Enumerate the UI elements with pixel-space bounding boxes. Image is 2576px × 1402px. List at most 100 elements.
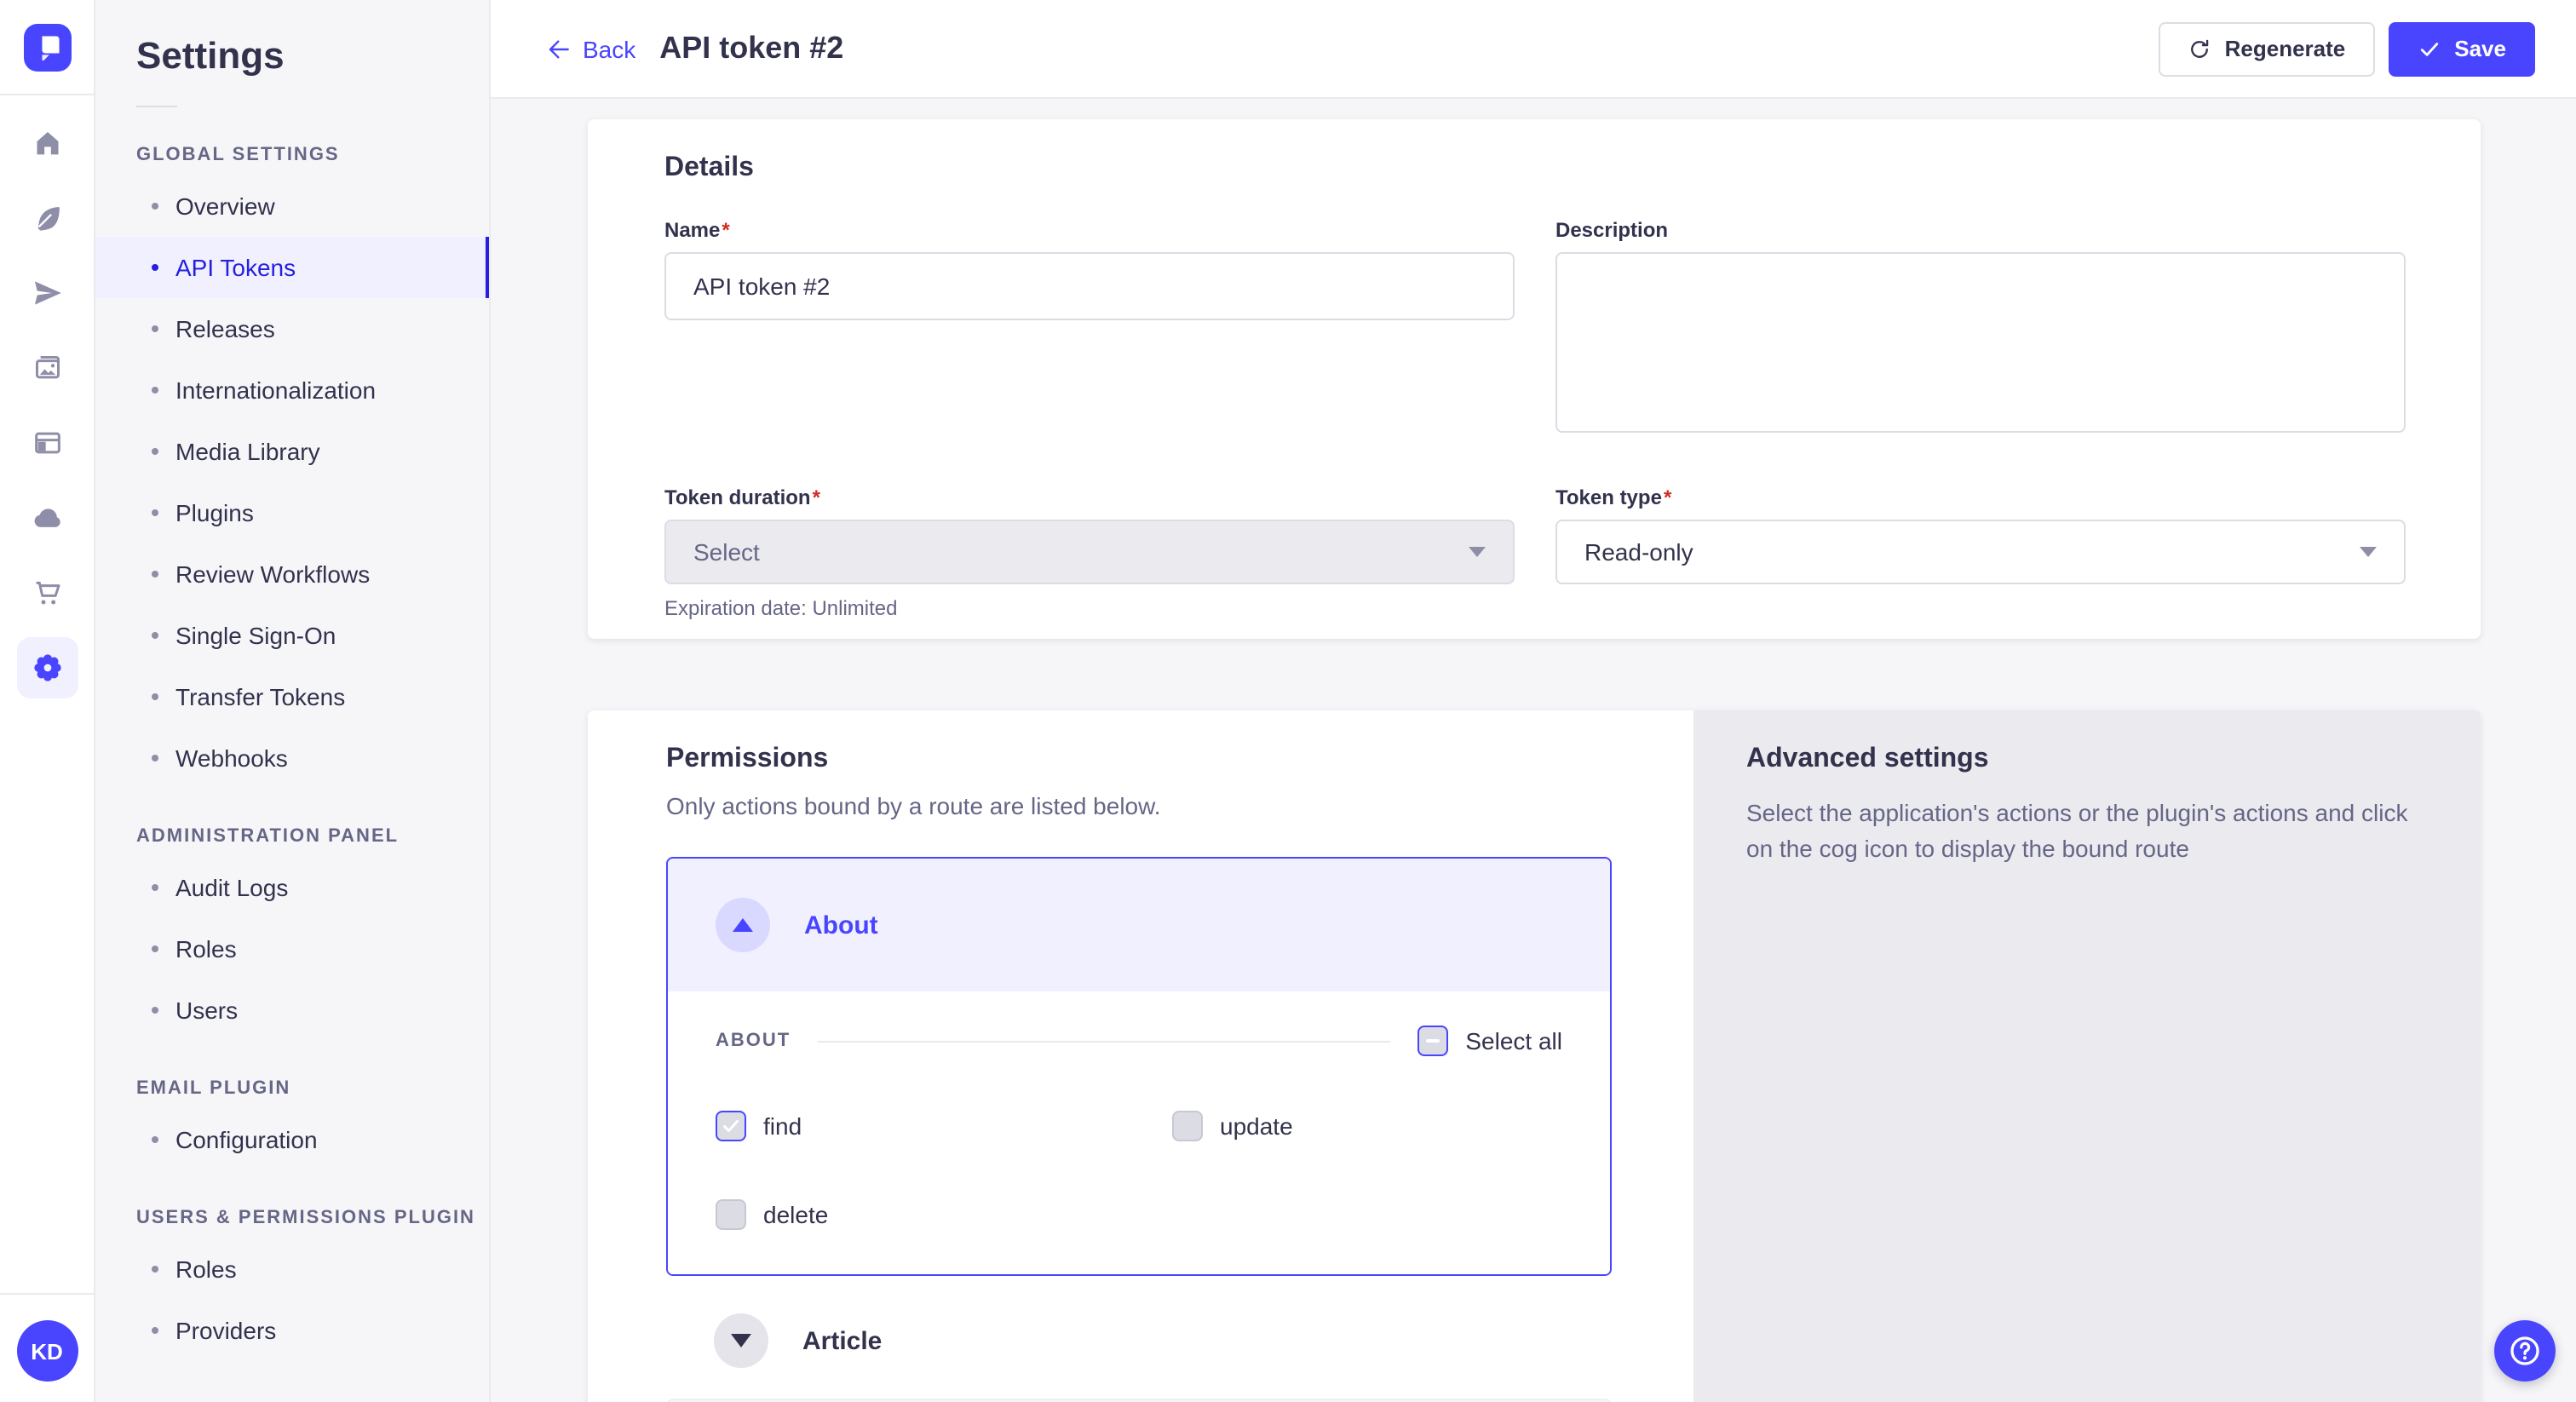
- sidebar-item-webhooks[interactable]: Webhooks: [95, 727, 489, 789]
- description-textarea[interactable]: [1555, 252, 2406, 433]
- user-avatar[interactable]: KD: [16, 1320, 78, 1382]
- description-field: Description: [1555, 218, 2406, 441]
- permissions-card: Permissions Only actions bound by a rout…: [588, 710, 2481, 1402]
- bullet-icon: [152, 1136, 158, 1143]
- check-icon: [721, 1116, 741, 1136]
- permission-delete: delete: [716, 1199, 1172, 1230]
- sidebar-item-plugins[interactable]: Plugins: [95, 482, 489, 543]
- sidebar-item-api-tokens[interactable]: API Tokens: [95, 237, 489, 298]
- strapi-logo-icon: [23, 23, 71, 71]
- sidebar-item-up-roles[interactable]: Roles: [95, 1238, 489, 1300]
- select-all-control: Select all: [1417, 1026, 1562, 1056]
- sidebar-item-overview[interactable]: Overview: [95, 175, 489, 237]
- regenerate-button[interactable]: Regenerate: [2159, 21, 2375, 76]
- next-accordion-strip: [666, 1399, 1612, 1402]
- sidebar-item-email-configuration[interactable]: Configuration: [95, 1109, 489, 1170]
- settings-sidebar: Settings GLOBAL SETTINGS Overview API To…: [95, 0, 491, 1402]
- media-library-icon[interactable]: [16, 337, 78, 399]
- select-all-label: Select all: [1465, 1027, 1562, 1054]
- bullet-icon: [152, 1327, 158, 1334]
- article-accordion-title: Article: [802, 1326, 882, 1355]
- refresh-icon: [2188, 37, 2211, 60]
- bullet-icon: [152, 1266, 158, 1273]
- expiration-hint: Expiration date: Unlimited: [664, 596, 1515, 620]
- permissions-panel: Permissions Only actions bound by a rout…: [588, 710, 1693, 1402]
- section-administration-panel: ADMINISTRATION PANEL: [136, 826, 489, 847]
- sidebar-item-internationalization[interactable]: Internationalization: [95, 359, 489, 421]
- about-section-label: ABOUT: [716, 1031, 791, 1051]
- find-checkbox[interactable]: [716, 1111, 746, 1141]
- back-button[interactable]: Back: [545, 35, 635, 62]
- token-duration-field: Token duration* Select Expiration date: …: [664, 486, 1515, 620]
- back-arrow-icon: [545, 35, 572, 62]
- bullet-icon: [152, 264, 158, 271]
- about-accordion-header[interactable]: About: [668, 859, 1610, 991]
- page-content: Details Name* Description Token duration…: [491, 99, 2576, 1402]
- sidebar-divider: [136, 106, 177, 107]
- bullet-icon: [152, 448, 158, 455]
- settings-icon[interactable]: [16, 637, 78, 698]
- delete-checkbox[interactable]: [716, 1199, 746, 1230]
- sidebar-item-transfer-tokens[interactable]: Transfer Tokens: [95, 666, 489, 727]
- check-icon: [2417, 37, 2441, 60]
- chevron-up-icon: [733, 918, 753, 932]
- about-accordion: About ABOUT Select all: [666, 857, 1612, 1276]
- chevron-down-icon: [731, 1334, 751, 1347]
- select-all-checkbox[interactable]: [1417, 1026, 1448, 1056]
- bullet-icon: [152, 571, 158, 577]
- page-header: Back API token #2 Regenerate Save: [491, 0, 2576, 99]
- name-input[interactable]: [664, 252, 1515, 320]
- save-button[interactable]: Save: [2388, 21, 2535, 76]
- details-heading: Details: [664, 153, 2406, 184]
- help-button[interactable]: [2494, 1320, 2556, 1382]
- permissions-heading: Permissions: [666, 744, 1612, 775]
- collapse-toggle-button[interactable]: [716, 898, 770, 952]
- advanced-settings-description: Select the application's actions or the …: [1746, 796, 2412, 867]
- sidebar-item-releases[interactable]: Releases: [95, 298, 489, 359]
- main-panel: Back API token #2 Regenerate Save: [491, 0, 2576, 1402]
- send-icon[interactable]: [16, 262, 78, 324]
- layout-icon[interactable]: [16, 412, 78, 474]
- bullet-icon: [152, 693, 158, 700]
- update-checkbox[interactable]: [1172, 1111, 1203, 1141]
- main-nav-rail: KD: [0, 0, 95, 1402]
- details-card: Details Name* Description Token duration…: [588, 119, 2481, 639]
- article-accordion-header[interactable]: Article: [666, 1313, 1612, 1368]
- token-duration-select[interactable]: Select: [664, 520, 1515, 584]
- advanced-settings-heading: Advanced settings: [1746, 744, 2412, 775]
- strapi-admin-app: KD Settings GLOBAL SETTINGS Overview API…: [0, 0, 2576, 1402]
- sidebar-item-admin-users[interactable]: Users: [95, 980, 489, 1041]
- cloud-icon[interactable]: [16, 487, 78, 549]
- page-title: API token #2: [659, 31, 843, 66]
- question-mark-icon: [2506, 1332, 2544, 1370]
- advanced-settings-panel: Advanced settings Select the application…: [1693, 710, 2481, 1402]
- sidebar-item-audit-logs[interactable]: Audit Logs: [95, 857, 489, 918]
- sidebar-item-media-library[interactable]: Media Library: [95, 421, 489, 482]
- strapi-logo[interactable]: [23, 23, 71, 71]
- sidebar-item-up-providers[interactable]: Providers: [95, 1300, 489, 1361]
- expand-toggle-button[interactable]: [714, 1313, 768, 1368]
- bullet-icon: [152, 325, 158, 332]
- bullet-icon: [152, 755, 158, 761]
- sidebar-item-admin-roles[interactable]: Roles: [95, 918, 489, 980]
- settings-sidebar-title: Settings: [136, 34, 489, 78]
- sidebar-item-review-workflows[interactable]: Review Workflows: [95, 543, 489, 605]
- bullet-icon: [152, 945, 158, 952]
- bullet-icon: [152, 884, 158, 891]
- bullet-icon: [152, 387, 158, 394]
- token-type-select[interactable]: Read-only: [1555, 520, 2406, 584]
- section-email-plugin: EMAIL PLUGIN: [136, 1078, 489, 1099]
- divider: [818, 1040, 1390, 1042]
- home-icon[interactable]: [16, 112, 78, 174]
- cart-icon[interactable]: [16, 562, 78, 623]
- required-asterisk: *: [722, 218, 729, 242]
- bullet-icon: [152, 509, 158, 516]
- about-accordion-body: ABOUT Select all: [668, 991, 1610, 1274]
- bullet-icon: [152, 1007, 158, 1014]
- feather-icon[interactable]: [16, 187, 78, 249]
- sidebar-item-single-sign-on[interactable]: Single Sign-On: [95, 605, 489, 666]
- permission-update: update: [1172, 1111, 1562, 1141]
- about-accordion-title: About: [804, 911, 878, 939]
- indeterminate-dash-icon: [1426, 1039, 1440, 1043]
- permission-find: find: [716, 1111, 1172, 1141]
